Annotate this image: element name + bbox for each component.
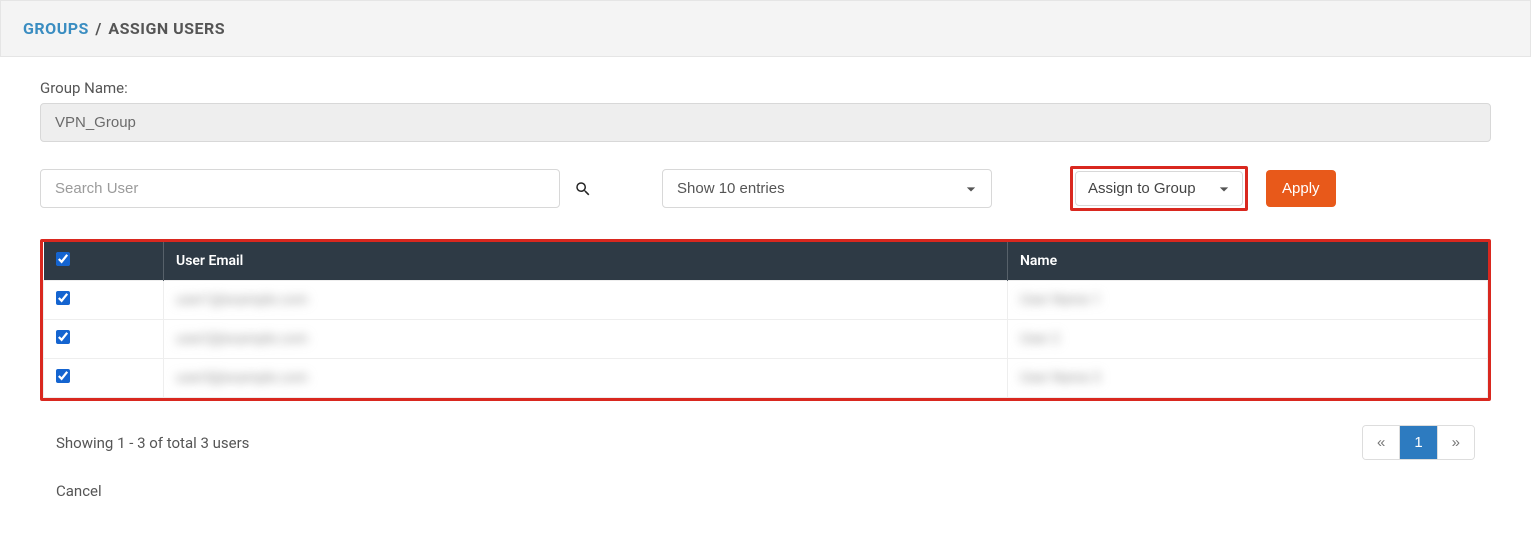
breadcrumb: GROUPS / ASSIGN USERS <box>23 19 1508 38</box>
cell-name: User 2 <box>1020 331 1060 347</box>
row-checkbox[interactable] <box>56 291 70 305</box>
breadcrumb-separator: / <box>95 19 101 38</box>
cell-name: User Name 1 <box>1020 292 1101 308</box>
showing-text: Showing 1 - 3 of total 3 users <box>56 434 249 452</box>
table-row: user2@example.com User 2 <box>44 320 1488 359</box>
pager-next[interactable]: » <box>1438 426 1474 459</box>
cell-email: user1@example.com <box>176 292 308 308</box>
cell-email: user3@example.com <box>176 370 308 386</box>
row-checkbox[interactable] <box>56 330 70 344</box>
users-table: User Email Name user1@example.com User N… <box>43 242 1488 398</box>
column-header-email[interactable]: User Email <box>164 242 1008 281</box>
cancel-link[interactable]: Cancel <box>40 482 102 500</box>
assign-to-group-select[interactable]: Assign to Group <box>1075 171 1243 206</box>
pager-page-1[interactable]: 1 <box>1400 426 1437 459</box>
table-row: user1@example.com User Name 1 <box>44 281 1488 320</box>
page-header: GROUPS / ASSIGN USERS <box>0 0 1531 57</box>
row-checkbox[interactable] <box>56 369 70 383</box>
group-name-field <box>40 103 1491 142</box>
search-icon[interactable] <box>574 180 592 198</box>
pagination: « 1 » <box>1362 425 1475 460</box>
breadcrumb-link-groups[interactable]: GROUPS <box>23 19 89 38</box>
search-input[interactable] <box>40 169 560 208</box>
table-row: user3@example.com User Name 3 <box>44 359 1488 398</box>
apply-button[interactable]: Apply <box>1266 170 1336 207</box>
group-name-label: Group Name: <box>40 79 1491 97</box>
breadcrumb-current: ASSIGN USERS <box>108 19 225 38</box>
select-all-checkbox[interactable] <box>56 252 70 266</box>
cell-name: User Name 3 <box>1020 370 1101 386</box>
column-header-name[interactable]: Name <box>1008 242 1488 281</box>
pager-prev[interactable]: « <box>1363 426 1400 459</box>
cell-email: user2@example.com <box>176 331 308 347</box>
select-all-header <box>44 242 164 281</box>
assign-to-group-highlight: Assign to Group <box>1070 166 1248 211</box>
users-table-highlight: User Email Name user1@example.com User N… <box>40 239 1491 401</box>
entries-select[interactable]: Show 10 entries <box>662 169 992 208</box>
